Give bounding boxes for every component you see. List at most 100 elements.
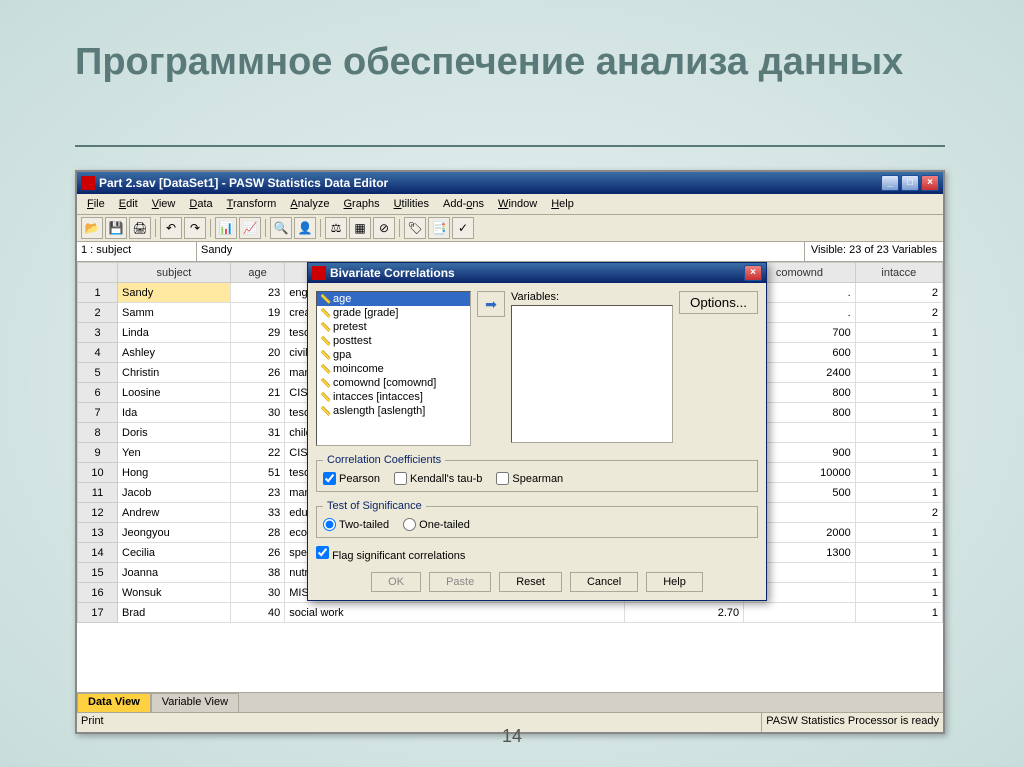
cell-age[interactable]: 22 xyxy=(230,443,284,463)
cell-intacce[interactable]: 1 xyxy=(855,603,942,623)
cell-age[interactable]: 26 xyxy=(230,363,284,383)
pearson-checkbox[interactable]: Pearson xyxy=(323,472,380,485)
cell-subject[interactable]: Doris xyxy=(118,423,231,443)
list-item[interactable]: 📏gpa xyxy=(317,348,470,362)
reset-button[interactable]: Reset xyxy=(499,572,562,592)
cell-subject[interactable]: Brad xyxy=(118,603,231,623)
data-sheet[interactable]: subject age moincome comownd intacce 1 S… xyxy=(77,262,943,692)
col-header[interactable]: intacce xyxy=(855,263,942,283)
row-header[interactable]: 11 xyxy=(78,483,118,503)
cell-intacce[interactable]: 1 xyxy=(855,423,942,443)
row-header[interactable]: 14 xyxy=(78,543,118,563)
tb-goto-icon[interactable]: 📊 xyxy=(215,217,237,239)
selected-vars-listbox[interactable] xyxy=(511,305,673,443)
row-header[interactable]: 1 xyxy=(78,283,118,303)
menu-graphs[interactable]: Graphs xyxy=(337,196,385,212)
cell-subject[interactable]: Linda xyxy=(118,323,231,343)
menu-data[interactable]: Data xyxy=(183,196,218,212)
cell-intacce[interactable]: 1 xyxy=(855,463,942,483)
row-header[interactable]: 7 xyxy=(78,403,118,423)
tab-data-view[interactable]: Data View xyxy=(77,693,151,712)
cell-intacce[interactable]: 1 xyxy=(855,323,942,343)
cell-age[interactable]: 40 xyxy=(230,603,284,623)
cell-intacce[interactable]: 1 xyxy=(855,523,942,543)
minimize-button[interactable]: _ xyxy=(881,175,899,191)
menu-window[interactable]: Window xyxy=(492,196,543,212)
cell-intacce[interactable]: 1 xyxy=(855,383,942,403)
menu-file[interactable]: File xyxy=(81,196,111,212)
row-header[interactable]: 17 xyxy=(78,603,118,623)
row-header[interactable]: 13 xyxy=(78,523,118,543)
list-item[interactable]: 📏age xyxy=(317,292,470,306)
cell-age[interactable]: 51 xyxy=(230,463,284,483)
menu-addons[interactable]: Add-ons xyxy=(437,196,490,212)
maximize-button[interactable]: □ xyxy=(901,175,919,191)
cell-intacce[interactable]: 1 xyxy=(855,563,942,583)
row-header[interactable]: 9 xyxy=(78,443,118,463)
tb-print-icon[interactable]: 🖨 xyxy=(129,217,151,239)
list-item[interactable]: 📏grade [grade] xyxy=(317,306,470,320)
two-tailed-radio[interactable]: Two-tailed xyxy=(323,518,389,531)
cell-age[interactable]: 31 xyxy=(230,423,284,443)
cell-c3[interactable]: social work xyxy=(285,603,625,623)
cell-intacce[interactable]: 1 xyxy=(855,443,942,463)
cell-subject[interactable]: Yen xyxy=(118,443,231,463)
row-header[interactable]: 16 xyxy=(78,583,118,603)
paste-button[interactable]: Paste xyxy=(429,572,491,592)
tb-vars-icon[interactable]: 👤 xyxy=(294,217,316,239)
list-item[interactable]: 📏comownd [comownd] xyxy=(317,376,470,390)
cell-age[interactable]: 33 xyxy=(230,503,284,523)
col-header[interactable]: subject xyxy=(118,263,231,283)
cell-subject[interactable]: Hong xyxy=(118,463,231,483)
cell-age[interactable]: 23 xyxy=(230,283,284,303)
help-button[interactable]: Help xyxy=(646,572,703,592)
cell-age[interactable]: 26 xyxy=(230,543,284,563)
row-header[interactable]: 6 xyxy=(78,383,118,403)
tb-select-icon[interactable]: ⊘ xyxy=(373,217,395,239)
menu-view[interactable]: View xyxy=(146,196,182,212)
menu-analyze[interactable]: Analyze xyxy=(284,196,335,212)
cell-intacce[interactable]: 2 xyxy=(855,503,942,523)
cell-intacce[interactable]: 2 xyxy=(855,283,942,303)
cell-moincome[interactable]: 2.70 xyxy=(625,603,744,623)
list-item[interactable]: 📏intacces [intacces] xyxy=(317,390,470,404)
row-header[interactable]: 2 xyxy=(78,303,118,323)
tb-split-icon[interactable]: ▦ xyxy=(349,217,371,239)
tab-variable-view[interactable]: Variable View xyxy=(151,693,239,712)
cell-value[interactable]: Sandy xyxy=(197,242,804,261)
tb-chart-icon[interactable]: 📈 xyxy=(239,217,261,239)
col-header[interactable]: age xyxy=(230,263,284,283)
spearman-checkbox[interactable]: Spearman xyxy=(496,472,563,485)
tb-find-icon[interactable]: 🔍 xyxy=(270,217,292,239)
cancel-button[interactable]: Cancel xyxy=(570,572,638,592)
kendall-checkbox[interactable]: Kendall's tau-b xyxy=(394,472,482,485)
ok-button[interactable]: OK xyxy=(371,572,421,592)
cell-subject[interactable]: Christin xyxy=(118,363,231,383)
flag-checkbox[interactable]: Flag significant correlations xyxy=(316,550,465,562)
menu-edit[interactable]: Edit xyxy=(113,196,144,212)
cell-age[interactable]: 20 xyxy=(230,343,284,363)
cell-intacce[interactable]: 1 xyxy=(855,543,942,563)
cell-subject[interactable]: Jeongyou xyxy=(118,523,231,543)
tb-spell-icon[interactable]: ✓ xyxy=(452,217,474,239)
menu-utilities[interactable]: Utilities xyxy=(388,196,435,212)
dialog-close-button[interactable]: × xyxy=(744,265,762,281)
cell-age[interactable]: 21 xyxy=(230,383,284,403)
tb-labels-icon[interactable]: 🏷 xyxy=(404,217,426,239)
row-header[interactable]: 8 xyxy=(78,423,118,443)
cell-subject[interactable]: Jacob xyxy=(118,483,231,503)
close-button[interactable]: × xyxy=(921,175,939,191)
tb-save-icon[interactable]: 💾 xyxy=(105,217,127,239)
row-header[interactable]: 5 xyxy=(78,363,118,383)
tb-weight-icon[interactable]: ⚖ xyxy=(325,217,347,239)
tb-redo-icon[interactable]: ↷ xyxy=(184,217,206,239)
cell-subject[interactable]: Loosine xyxy=(118,383,231,403)
list-item[interactable]: 📏aslength [aslength] xyxy=(317,404,470,418)
cell-intacce[interactable]: 1 xyxy=(855,403,942,423)
list-item[interactable]: 📏posttest xyxy=(317,334,470,348)
cell-age[interactable]: 19 xyxy=(230,303,284,323)
cell-age[interactable]: 28 xyxy=(230,523,284,543)
cell-intacce[interactable]: 2 xyxy=(855,303,942,323)
cell-age[interactable]: 38 xyxy=(230,563,284,583)
row-header[interactable]: 4 xyxy=(78,343,118,363)
